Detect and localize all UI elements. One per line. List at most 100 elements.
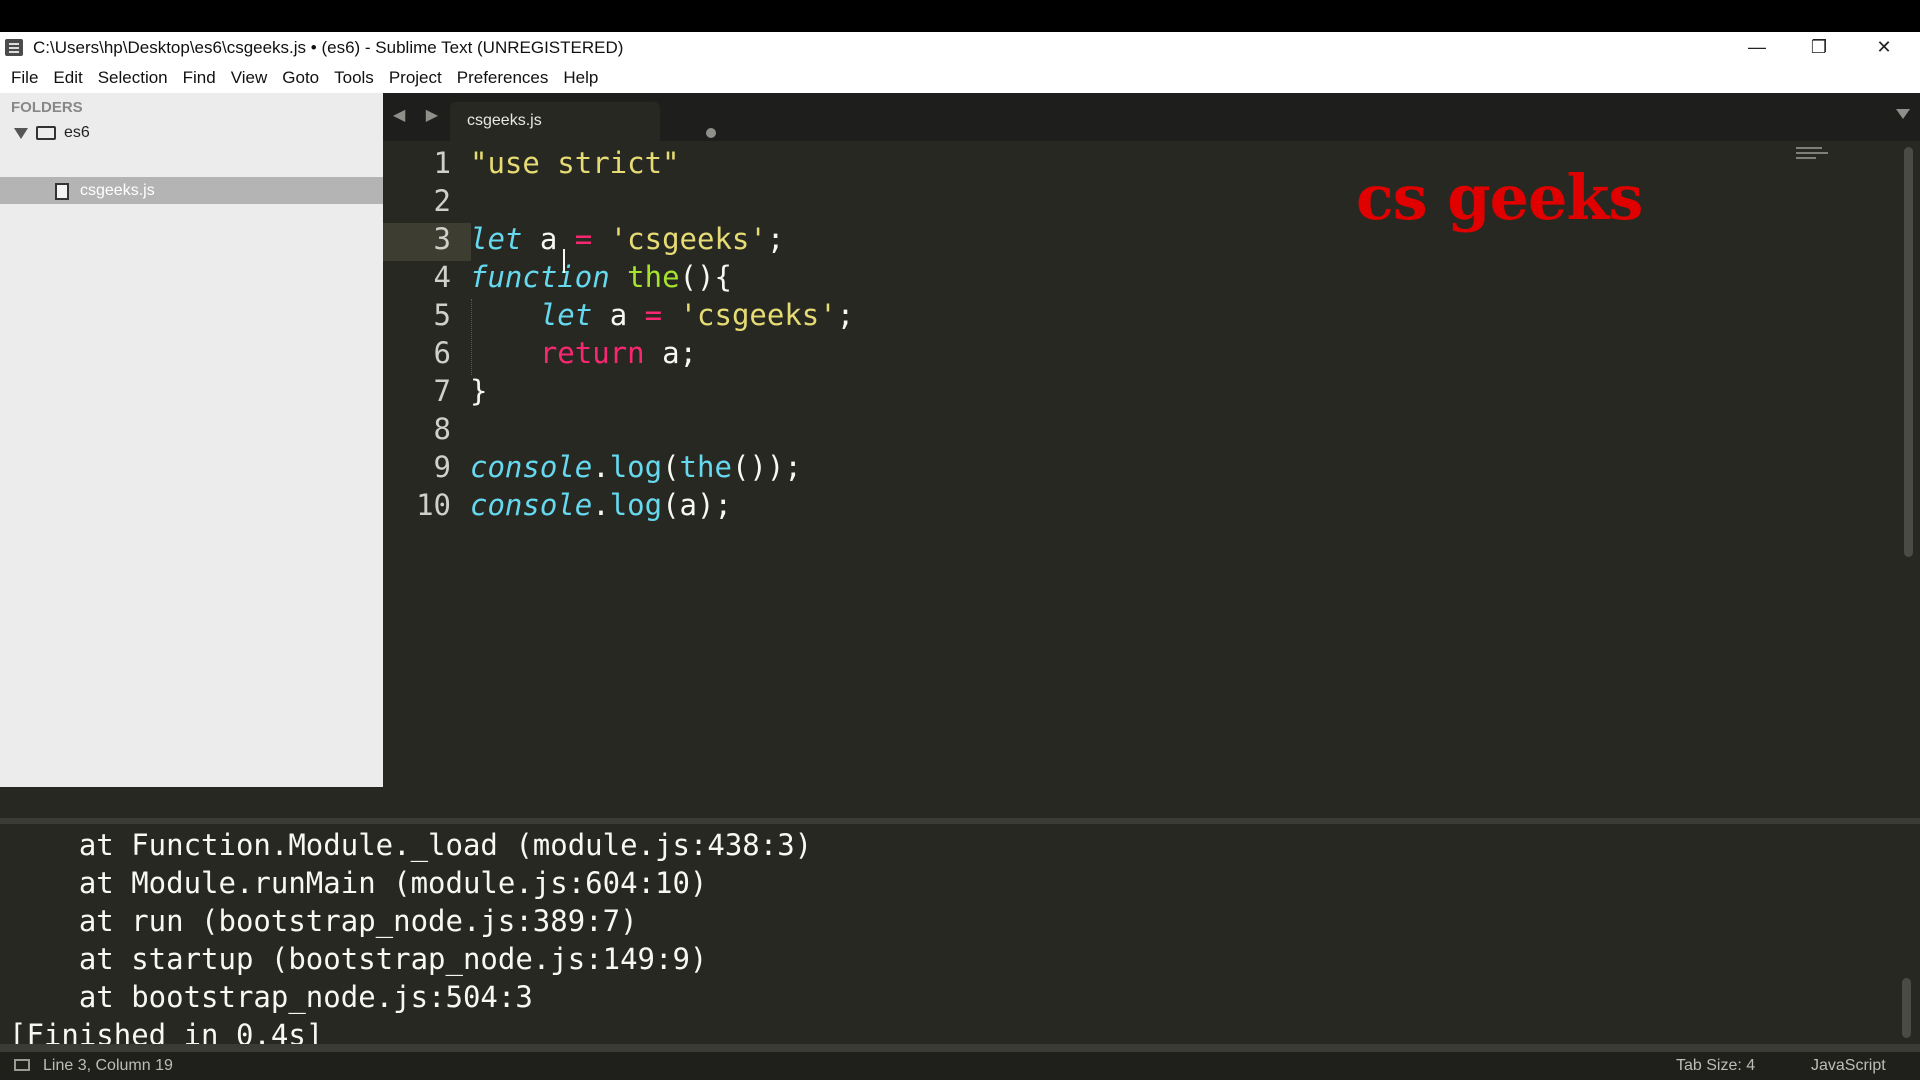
code-token: . — [592, 488, 610, 522]
menu-selection[interactable]: Selection — [91, 68, 175, 88]
code-token: a — [522, 222, 575, 256]
restore-button[interactable]: ❐ — [1788, 32, 1850, 63]
code-line: return a; — [470, 334, 854, 372]
output-horizontal-scrollbar[interactable] — [0, 1044, 1920, 1052]
menu-goto[interactable]: Goto — [275, 68, 326, 88]
code-token: return — [539, 336, 645, 370]
code-line: let a = 'csgeeks'; — [470, 296, 854, 334]
tab-nav-arrows[interactable]: ◀ ▶ — [393, 105, 446, 125]
code-line: "use strict" — [470, 144, 854, 182]
indent-guide — [471, 299, 472, 375]
code-token: ()); — [731, 450, 802, 484]
code-token: 'csgeeks' — [679, 298, 837, 332]
code-line: console.log(a); — [470, 486, 854, 524]
build-output-panel: at Function.Module._load (module.js:438:… — [0, 824, 1920, 1052]
output-scrollbar[interactable] — [1902, 978, 1911, 1038]
code-token: log — [609, 488, 663, 522]
file-icon — [55, 183, 69, 200]
text-cursor — [563, 249, 565, 273]
title-bar: C:\Users\hp\Desktop\es6\csgeeks.js • (es… — [0, 32, 1920, 63]
line-number: 4 — [433, 260, 451, 294]
code-token: = — [574, 222, 593, 256]
line-number: 10 — [416, 488, 451, 522]
syntax-selector[interactable]: JavaScript — [1811, 1057, 1886, 1075]
cursor-position: Line 3, Column 19 — [43, 1057, 173, 1074]
code-area[interactable]: "use strict" let a = 'csgeeks'; function … — [470, 144, 854, 524]
tab-csgeeks[interactable]: csgeeks.js — [450, 102, 716, 141]
menu-project[interactable]: Project — [382, 68, 449, 88]
output-line: at run (bootstrap_node.js:389:7) — [9, 904, 638, 938]
triangle-down-icon[interactable] — [14, 128, 28, 139]
code-token: a — [592, 298, 645, 332]
menu-bar: File Edit Selection Find View Goto Tools… — [0, 63, 1920, 93]
code-token: . — [592, 450, 610, 484]
code-token: ; — [766, 222, 785, 256]
menu-view[interactable]: View — [224, 68, 275, 88]
line-number: 7 — [433, 374, 451, 408]
menu-help[interactable]: Help — [556, 68, 605, 88]
panel-toggle-icon[interactable] — [14, 1059, 30, 1071]
open-folder-icon — [36, 126, 56, 140]
status-bar: Line 3, Column 19 Tab Size: 4 JavaScript — [0, 1052, 1920, 1080]
code-line: console.log(the()); — [470, 448, 854, 486]
line-number: 9 — [433, 450, 451, 484]
watermark: cs geeks — [1356, 161, 1643, 234]
code-token: (){ — [679, 260, 732, 294]
menu-find[interactable]: Find — [176, 68, 223, 88]
code-token: log — [609, 450, 663, 484]
close-button[interactable]: ✕ — [1853, 32, 1915, 63]
line-number: 8 — [433, 412, 451, 446]
menu-edit[interactable]: Edit — [46, 68, 89, 88]
code-token: function — [470, 260, 610, 294]
menu-preferences[interactable]: Preferences — [450, 68, 556, 88]
line-number-gutter: 1 2 3 4 5 6 7 8 9 10 — [383, 144, 471, 524]
code-token: console — [470, 488, 593, 522]
output-line: at bootstrap_node.js:504:3 — [9, 980, 533, 1014]
code-line: } — [470, 372, 854, 410]
folder-item-es6[interactable]: es6 — [0, 121, 383, 145]
tab-dropdown-icon[interactable] — [1896, 109, 1910, 119]
minimize-button[interactable]: — — [1726, 32, 1788, 63]
sidebar: FOLDERS es6 csgeeks.js — [0, 93, 383, 787]
code-token: let — [539, 298, 593, 332]
sublime-app-icon — [5, 39, 23, 56]
menu-tools[interactable]: Tools — [327, 68, 381, 88]
code-token: a; — [644, 336, 697, 370]
code-editor[interactable]: 1 2 3 4 5 6 7 8 9 10 "use strict" let a = 'csgeek… — [383, 141, 1920, 787]
code-token: ( — [662, 450, 680, 484]
line-number: 3 — [433, 222, 451, 256]
code-token: "use strict" — [470, 146, 680, 180]
minimap[interactable] — [1796, 147, 1828, 171]
output-text: at Function.Module._load (module.js:438:… — [9, 826, 812, 1054]
code-line: function the(){ — [470, 258, 854, 296]
output-line: at Function.Module._load (module.js:438:… — [9, 828, 813, 862]
tab-size-selector[interactable]: Tab Size: 4 — [1676, 1057, 1755, 1075]
editor-scrollbar[interactable] — [1904, 147, 1913, 557]
code-token: the — [627, 260, 680, 294]
code-token: ; — [836, 298, 855, 332]
code-token: = — [644, 298, 663, 332]
code-token: console — [470, 450, 593, 484]
code-token: (a); — [662, 488, 732, 522]
line-number: 5 — [433, 298, 451, 332]
window-title: C:\Users\hp\Desktop\es6\csgeeks.js • (es… — [33, 38, 624, 57]
output-line: at Module.runMain (module.js:604:10) — [9, 866, 708, 900]
tab-bar: ◀ ▶ csgeeks.js — [383, 93, 1920, 141]
code-token: let — [470, 222, 523, 256]
sublime-window: C:\Users\hp\Desktop\es6\csgeeks.js • (es… — [0, 32, 1920, 1080]
folder-label: es6 — [64, 124, 90, 141]
file-label: csgeeks.js — [80, 182, 155, 199]
menu-file[interactable]: File — [4, 68, 45, 88]
code-token: 'csgeeks' — [609, 222, 767, 256]
file-item-csgeeks[interactable]: csgeeks.js — [0, 177, 383, 204]
tab-label: csgeeks.js — [467, 112, 542, 129]
line-number: 2 — [433, 184, 451, 218]
unsaved-dot-icon[interactable] — [706, 128, 716, 138]
